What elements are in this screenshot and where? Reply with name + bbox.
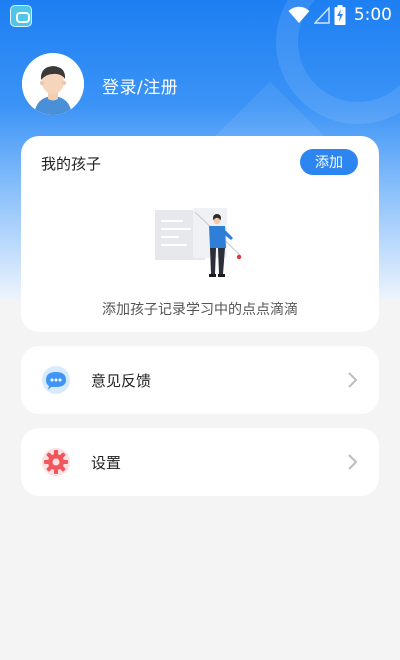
feedback-label: 意见反馈 (91, 372, 152, 390)
chevron-right-icon (348, 454, 358, 470)
signal-icon (313, 6, 330, 24)
feedback-menu-item[interactable]: 意见反馈 (21, 346, 379, 414)
avatar[interactable] (22, 53, 84, 115)
profile-section[interactable]: 登录/注册 (22, 53, 382, 117)
status-bar: 5:00 (0, 0, 400, 30)
status-time: 5:00 (353, 5, 392, 25)
chat-bubble-icon (42, 366, 70, 394)
my-children-card: 我的孩子 添加 添加孩子记录学习中的点点滴滴 (21, 136, 379, 332)
add-child-button[interactable]: 添加 (300, 149, 358, 175)
gear-icon (42, 448, 70, 476)
chevron-right-icon (348, 372, 358, 388)
settings-label: 设置 (91, 454, 122, 472)
wifi-icon (288, 6, 310, 23)
app-icon (10, 5, 32, 27)
battery-charging-icon (334, 5, 346, 25)
teacher-whiteboard-illustration (155, 208, 242, 277)
settings-menu-item[interactable]: 设置 (21, 428, 379, 496)
avatar-icon (22, 53, 84, 115)
login-register-link[interactable]: 登录/注册 (102, 73, 178, 98)
empty-state-text: 添加孩子记录学习中的点点滴滴 (102, 302, 298, 318)
card-title: 我的孩子 (41, 155, 102, 173)
